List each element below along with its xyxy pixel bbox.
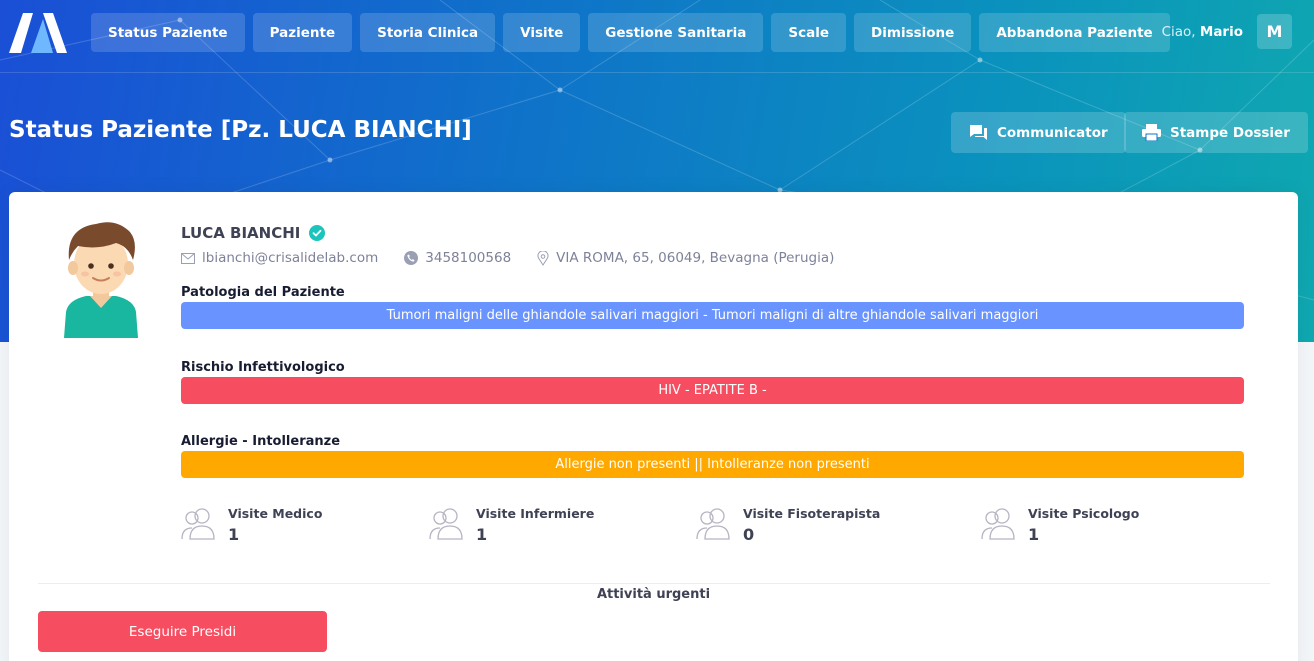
users-icon [696,508,730,540]
pathology-label: Patologia del Paziente [181,285,345,300]
allergies-label: Allergie - Intolleranze [181,434,341,449]
stat-label: Visite Psicologo [1028,506,1140,521]
communicator-button[interactable]: Communicator [951,112,1126,153]
users-icon [429,508,463,540]
stat-label: Visite Medico [228,506,323,521]
app-logo[interactable] [9,13,67,53]
patient-card: LUCA BIANCHI lbianchi@crisalidelab.com 3… [9,192,1298,661]
patient-phone: 3458100568 [425,250,512,266]
nav-abbandona-paziente[interactable]: Abbandona Paziente [979,13,1170,52]
stat-value: 1 [228,525,240,544]
users-icon [981,508,1015,540]
user-greeting: Ciao, Mario [1162,24,1243,40]
nav-status-paziente[interactable]: Status Paziente [91,13,245,52]
stat-visite-medico: Visite Medico 1 [180,506,322,544]
greeting-text: Ciao, [1161,23,1196,40]
patient-name: LUCA BIANCHI [181,224,326,242]
address-item: VIA ROMA, 65, 06049, Bevagna (Perugia) [537,250,834,266]
stat-visite-fisioterapista: Visite Fisoterapista 0 [695,506,880,544]
phone-item[interactable]: 3458100568 [404,250,511,266]
stat-visite-infermiere: Visite Infermiere 1 [428,506,594,544]
divider [38,583,1270,584]
location-icon [537,250,549,266]
user-avatar[interactable]: M [1257,14,1292,49]
page-title: Status Paziente [Pz. LUCA BIANCHI] [9,117,472,143]
phone-icon [404,251,419,265]
patient-email: lbianchi@crisalidelab.com [202,250,379,266]
nav-dimissione[interactable]: Dimissione [854,13,972,52]
infection-risk-label: Rischio Infettivologico [181,360,345,375]
nav-scale[interactable]: Scale [771,13,847,52]
pathology-bar: Tumori maligni delle ghiandole salivari … [181,302,1244,329]
patient-contacts: lbianchi@crisalidelab.com 3458100568 VIA… [181,250,834,266]
nav-gestione-sanitaria[interactable]: Gestione Sanitaria [588,13,764,52]
allergies-bar: Allergie non presenti || Intolleranze no… [181,451,1244,478]
stat-label: Visite Infermiere [476,506,595,521]
top-navbar: Status Paziente Paziente Storia Clinica … [0,0,1314,73]
stat-value: 1 [1028,525,1040,544]
user-menu[interactable]: Ciao, Mario M [1162,14,1292,49]
main-nav: Status Paziente Paziente Storia Clinica … [91,13,1170,52]
printer-icon [1142,124,1161,141]
stat-value: 0 [743,525,755,544]
print-dossier-label: Stampe Dossier [1170,124,1290,141]
execute-presidi-button[interactable]: Eseguire Presidi [38,611,327,652]
patient-name-text: LUCA BIANCHI [181,224,301,242]
infection-risk-bar: HIV - EPATITE B - [181,377,1244,404]
stat-value: 1 [476,525,488,544]
print-dossier-button[interactable]: Stampe Dossier [1124,112,1308,153]
users-icon [181,508,215,540]
nav-storia-clinica[interactable]: Storia Clinica [360,13,496,52]
patient-avatar-illustration [64,222,138,338]
chat-icon [970,125,987,140]
urgent-activities-title: Attività urgenti [596,587,711,602]
stat-visite-psicologo: Visite Psicologo 1 [980,506,1139,544]
mail-icon [181,252,195,264]
communicator-label: Communicator [997,124,1108,141]
user-name: Mario [1199,23,1243,40]
nav-paziente[interactable]: Paziente [252,13,353,52]
stat-label: Visite Fisoterapista [743,506,881,521]
patient-address: VIA ROMA, 65, 06049, Bevagna (Perugia) [556,250,835,266]
nav-visite[interactable]: Visite [503,13,581,52]
verified-icon [309,225,326,241]
email-item[interactable]: lbianchi@crisalidelab.com [181,250,378,266]
